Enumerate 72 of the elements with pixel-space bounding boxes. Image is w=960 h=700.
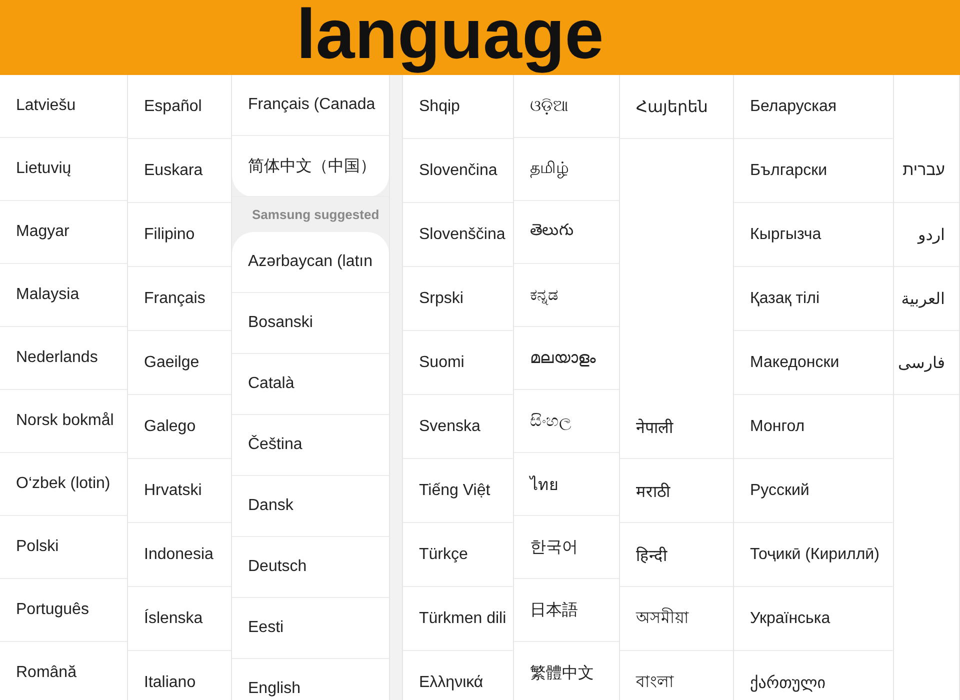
language-item[interactable]: 日本語 (530, 600, 578, 620)
language-item[interactable]: Svenska (419, 418, 480, 436)
language-item[interactable]: मराठी (636, 480, 670, 502)
language-item[interactable]: Euskara (144, 162, 203, 180)
language-item[interactable]: Gaeilge (144, 354, 200, 372)
language-item[interactable]: Nederlands (16, 349, 98, 367)
language-item[interactable]: Slovenčina (419, 162, 498, 180)
language-item[interactable]: Hrvatski (144, 482, 202, 500)
language-item[interactable]: ଓଡ଼ିଆ (530, 96, 568, 116)
language-item[interactable]: Tiếng Việt (419, 482, 490, 500)
language-item[interactable]: Shqip (419, 98, 460, 116)
language-item[interactable]: Українська (750, 610, 830, 628)
language-item[interactable]: Français (144, 290, 206, 308)
language-item[interactable]: Ελληνικά (419, 674, 484, 692)
language-item[interactable]: Bosanski (248, 314, 313, 332)
language-item[interactable]: සිංහල (530, 412, 571, 430)
language-item[interactable]: 繁體中文 (530, 662, 594, 684)
language-item[interactable]: ไทย (530, 472, 558, 496)
language-item[interactable]: 简体中文（中国） (248, 156, 376, 176)
language-item[interactable]: English (248, 680, 300, 698)
language-item[interactable]: Македонски (750, 354, 840, 372)
language-item[interactable]: ქართული (750, 672, 826, 692)
language-item[interactable]: Հայերեն (636, 96, 708, 116)
language-item[interactable]: Deutsch (248, 558, 307, 576)
language-item[interactable]: Dansk (248, 497, 294, 515)
language-item[interactable]: ಕನ್ನಡ (530, 286, 558, 304)
section-header: Samsung suggested (251, 206, 380, 224)
language-item[interactable]: Монгол (750, 418, 805, 436)
language-item[interactable]: हिन्दी (636, 544, 667, 566)
language-item[interactable]: Қазақ тілі (750, 290, 820, 308)
language-item[interactable]: Română (16, 664, 76, 682)
language-item[interactable]: فارسی (898, 352, 945, 372)
language-item[interactable]: বাংলা (636, 669, 674, 696)
language-item[interactable]: O‘zbek (lotin) (16, 475, 110, 493)
language-item[interactable]: Norsk bokmål (16, 412, 114, 430)
language-item[interactable]: עברית (902, 162, 945, 180)
language-item[interactable]: नेपाली (636, 416, 673, 438)
language-item[interactable]: Indonesia (144, 546, 214, 564)
language-item[interactable]: Español (144, 98, 202, 116)
language-item[interactable]: Slovenščina (419, 226, 506, 244)
language-item[interactable]: Português (16, 601, 89, 619)
language-item[interactable]: Lietuvių (16, 160, 72, 178)
language-item[interactable]: Italiano (144, 674, 196, 692)
language-item[interactable]: Suomi (419, 354, 464, 372)
language-item[interactable]: Galego (144, 418, 196, 436)
language-item[interactable]: العربية (901, 288, 945, 308)
language-item[interactable]: Кыргызча (750, 226, 822, 244)
language-item[interactable]: Čeština (248, 436, 302, 454)
language-item[interactable]: Català (248, 375, 294, 393)
language-item[interactable]: Polski (16, 538, 59, 556)
language-item[interactable]: Malaysia (16, 286, 80, 304)
language-item[interactable]: മലയാളം (530, 348, 596, 368)
language-item[interactable]: 한국어 (530, 536, 578, 558)
language-item[interactable]: Magyar (16, 223, 70, 241)
language-item[interactable]: অসমীয়া (636, 605, 689, 632)
language-item[interactable]: Русский (750, 482, 810, 500)
banner-title: language (296, 0, 604, 75)
language-item[interactable]: Français (Canada (248, 96, 376, 114)
language-item[interactable]: Azərbaycan (latın (248, 253, 373, 271)
language-item[interactable]: Тоҷикӣ (Кириллӣ) (750, 546, 880, 564)
language-item[interactable]: Български (750, 162, 828, 180)
language-item[interactable]: తెలుగు (530, 221, 574, 243)
language-item[interactable]: Беларуская (750, 98, 837, 116)
language-item[interactable]: Eesti (248, 619, 284, 637)
language-item[interactable]: தமிழ் (530, 159, 569, 179)
language-item[interactable]: Türkmen dili (419, 610, 506, 628)
language-item[interactable]: Latviešu (16, 97, 76, 115)
language-item[interactable]: اردو (918, 224, 945, 244)
language-item[interactable]: Srpski (419, 290, 464, 308)
language-item[interactable]: Filipino (144, 226, 195, 244)
language-item[interactable]: Íslenska (144, 610, 203, 628)
language-item[interactable]: Türkçe (419, 546, 468, 564)
